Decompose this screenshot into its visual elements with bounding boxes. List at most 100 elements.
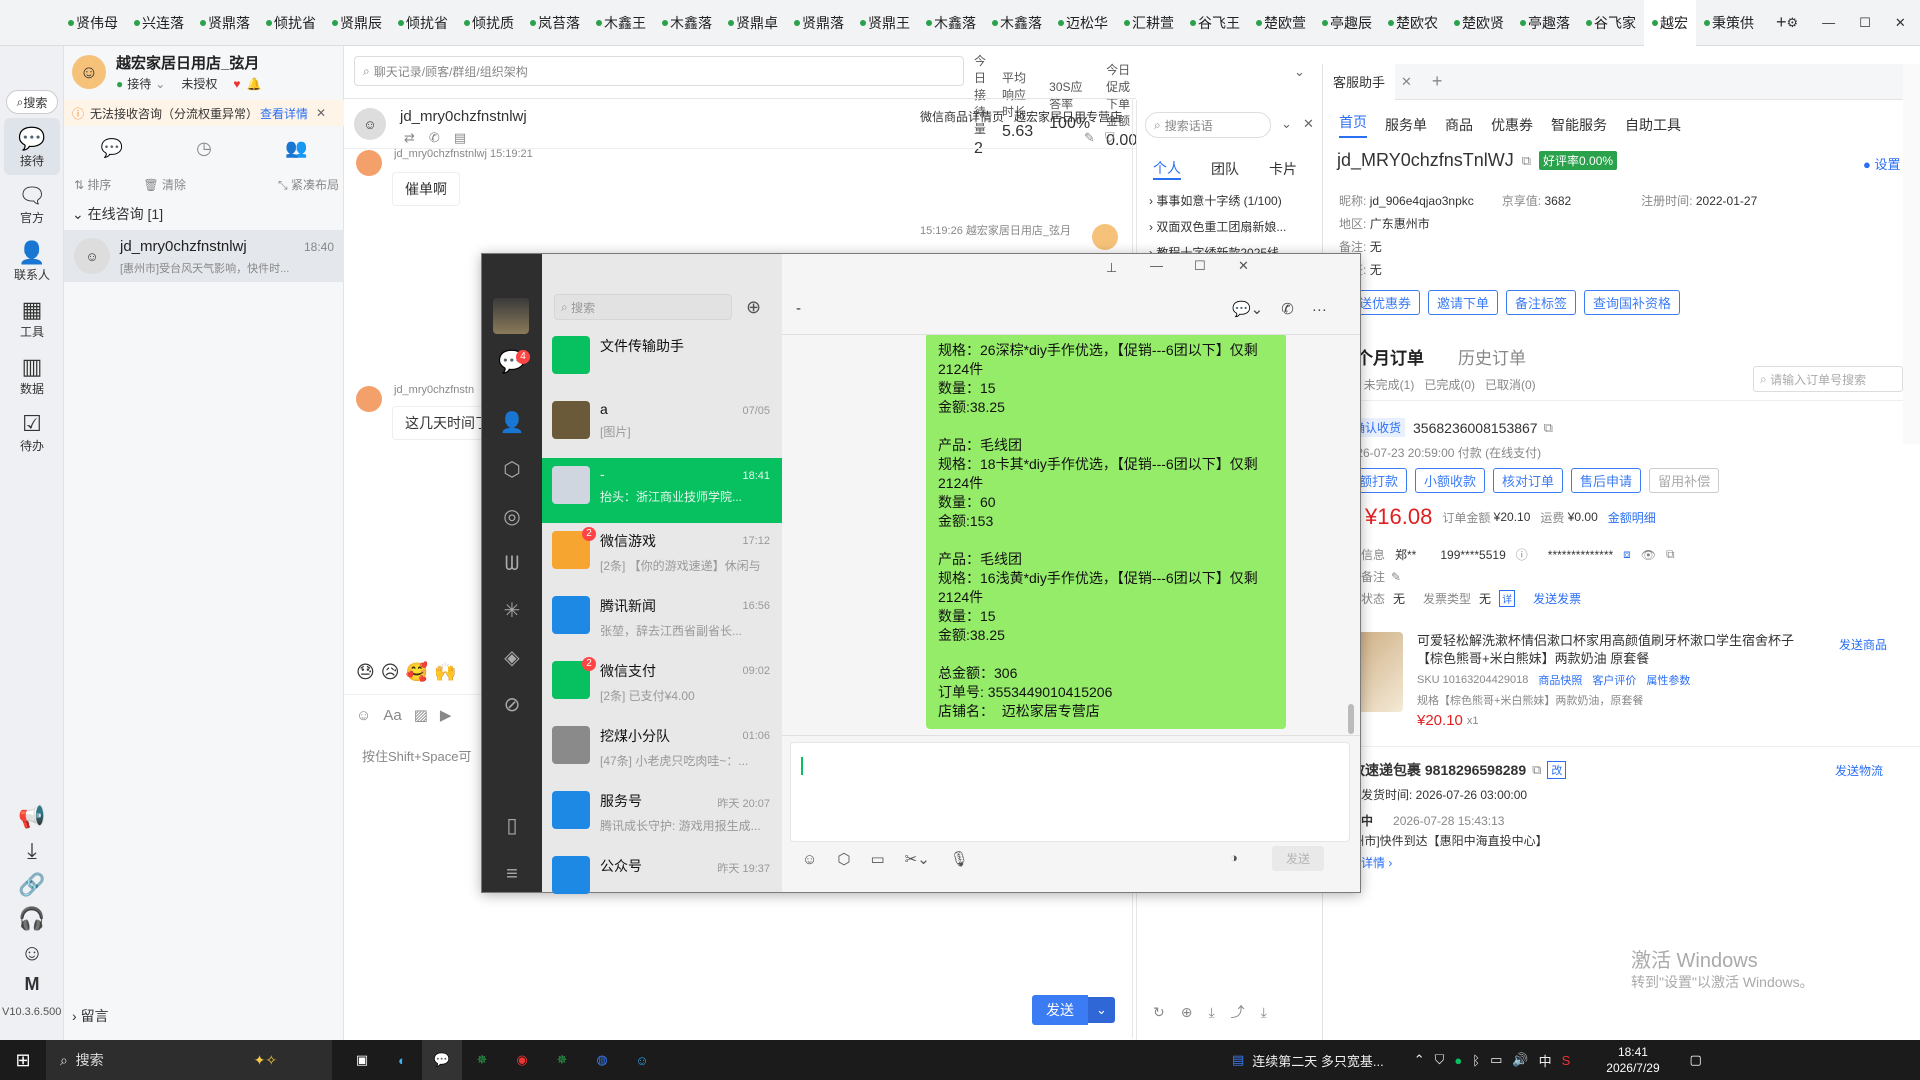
- close-icon[interactable]: ✕: [1401, 74, 1412, 90]
- m-logo-icon[interactable]: M: [0, 974, 64, 1008]
- order-action-button[interactable]: 售后申请: [1571, 468, 1642, 493]
- bag-icon[interactable]: ⛉: [1105, 130, 1115, 146]
- browser-tab[interactable]: 岚苔落: [522, 0, 588, 46]
- ime-indicator[interactable]: 中: [1539, 1051, 1552, 1070]
- copy-icon[interactable]: ⧉: [1666, 547, 1675, 562]
- product-detail-link[interactable]: 微信商品详情页: [920, 108, 1004, 125]
- copy-icon[interactable]: ⧉: [1544, 420, 1553, 436]
- browser-tab[interactable]: 楚欧贤: [1446, 0, 1512, 46]
- input-hint[interactable]: 按住Shift+Space可: [362, 746, 471, 765]
- robot-icon[interactable]: ☺: [0, 940, 64, 974]
- browser-tab[interactable]: 倾扰质: [456, 0, 522, 46]
- attributes-link[interactable]: 属性参数: [1646, 672, 1690, 688]
- pin-icon[interactable]: ⊥: [1106, 260, 1117, 276]
- order-action-button[interactable]: 小额收款: [1415, 468, 1486, 493]
- wechat-chat-item[interactable]: 服务号 腾讯成长守护: 游戏用报生成... 昨天 20:07: [542, 783, 782, 848]
- app-icon[interactable]: ✵: [462, 1040, 502, 1080]
- send-button[interactable]: 发送 ⌄: [1032, 995, 1115, 1025]
- download-icon[interactable]: ⤓: [1261, 1004, 1267, 1021]
- minimize-icon[interactable]: —: [1822, 15, 1835, 30]
- auth-status[interactable]: 未授权: [181, 75, 217, 92]
- browser-tab[interactable]: 倾扰省: [258, 0, 324, 46]
- assistant-nav-item[interactable]: 首页: [1339, 112, 1367, 138]
- video-icon[interactable]: ▶: [440, 706, 452, 724]
- s-app-icon[interactable]: S: [1562, 1053, 1571, 1068]
- security-icon[interactable]: ⛉: [1435, 1052, 1445, 1068]
- browser-tab[interactable]: 亭趣辰: [1314, 0, 1380, 46]
- browser-tab[interactable]: 木鑫落: [654, 0, 720, 46]
- notification-icon[interactable]: ▢: [1676, 1040, 1716, 1080]
- send-invoice-link[interactable]: 发送发票: [1533, 590, 1581, 607]
- search-icon[interactable]: ✳: [482, 588, 542, 635]
- close-icon[interactable]: ✕: [316, 106, 326, 120]
- wechat-icon[interactable]: 💬: [422, 1040, 462, 1080]
- browser-tab[interactable]: 秉策供: [1696, 0, 1762, 46]
- amount-detail-link[interactable]: 金额明细: [1608, 509, 1656, 526]
- reviews-link[interactable]: 客户评价: [1592, 672, 1636, 688]
- channels-icon[interactable]: ᗯ: [482, 541, 542, 588]
- windows-start-icon[interactable]: ⊞: [0, 1040, 46, 1080]
- note-icon[interactable]: ▤: [454, 130, 466, 146]
- send-product-link[interactable]: 发送商品: [1839, 636, 1887, 653]
- app-icon[interactable]: ◉: [502, 1040, 542, 1080]
- browser-tab[interactable]: 楚欧萱: [1248, 0, 1314, 46]
- app-icon[interactable]: ✵: [542, 1040, 582, 1080]
- menu-icon[interactable]: ≡: [482, 850, 542, 898]
- send-shipment-link[interactable]: 发送物流: [1835, 762, 1883, 779]
- browser-tab[interactable]: 贤伟母: [60, 0, 126, 46]
- favorites-icon[interactable]: ⬡: [482, 447, 542, 494]
- wechat-message-input[interactable]: [790, 742, 1350, 842]
- settings-icon[interactable]: ⚙: [1787, 15, 1799, 31]
- customer-action-button[interactable]: 查询国补资格: [1584, 290, 1681, 315]
- product-title[interactable]: 可爱轻松解洗漱杯情侣漱口杯家用高颜值刷牙杯漱口学生宿舍杯子【棕色熊哥+米白熊妹】…: [1417, 632, 1797, 668]
- browser-tab[interactable]: 贤鼎落: [786, 0, 852, 46]
- reception-status[interactable]: 接待: [127, 75, 151, 92]
- link-icon[interactable]: 🔗: [0, 872, 64, 906]
- assistant-nav-item[interactable]: 自助工具: [1625, 115, 1681, 135]
- browser-tab[interactable]: 兴连落: [126, 0, 192, 46]
- phone-icon[interactable]: ▯: [482, 802, 542, 850]
- edit-icon[interactable]: ✎: [1084, 130, 1095, 146]
- bell-icon[interactable]: 🔔: [246, 77, 261, 91]
- order-action-button[interactable]: 留用补偿: [1649, 468, 1720, 493]
- image-icon[interactable]: ▨: [414, 706, 428, 724]
- heart-icon[interactable]: ♥: [233, 77, 240, 91]
- wechat-tray-icon[interactable]: ●: [1454, 1053, 1462, 1068]
- quick-item[interactable]: › 事事如意十字绣 (1/100): [1149, 188, 1289, 214]
- font-icon[interactable]: Aa: [383, 707, 401, 724]
- bluetooth-icon[interactable]: ᛒ: [1472, 1053, 1480, 1068]
- task-view-icon[interactable]: ▣: [342, 1040, 382, 1080]
- browser-tab[interactable]: 谷飞王: [1182, 0, 1248, 46]
- order-filter[interactable]: 已取消(0): [1485, 376, 1536, 393]
- browser-tab[interactable]: 贤鼎辰: [324, 0, 390, 46]
- minimize-icon[interactable]: —: [1150, 258, 1163, 273]
- nav-item-2[interactable]: 👤 联系人: [0, 232, 64, 289]
- favorites-icon[interactable]: ⬡: [837, 850, 850, 868]
- network-icon[interactable]: ▭: [1490, 1052, 1502, 1068]
- emoji-icon[interactable]: ☺: [802, 851, 817, 868]
- emoji-suggestions[interactable]: 😓😥🥰🙌: [356, 662, 462, 683]
- quick-item[interactable]: › 双面双色重工团扇新娘...: [1149, 214, 1289, 240]
- browser-tab[interactable]: 倾扰省: [390, 0, 456, 46]
- phone-icon[interactable]: ✆: [429, 130, 440, 146]
- clock[interactable]: 18:41 2026/7/29: [1606, 1044, 1659, 1076]
- global-search[interactable]: ⌕ 聊天记录/顾客/群组/组织架构: [354, 56, 964, 86]
- verify-icon[interactable]: ⧈: [1623, 547, 1631, 562]
- chats-icon[interactable]: 💬: [482, 349, 542, 375]
- shop-link[interactable]: 越宏家居日用专营店: [1014, 108, 1122, 125]
- add-tab-icon[interactable]: +: [1776, 12, 1787, 33]
- snapshot-link[interactable]: 商品快照: [1538, 672, 1582, 688]
- wechat-search-input[interactable]: ⌕ 搜索: [554, 294, 732, 320]
- mic-icon[interactable]: 🎙: [950, 850, 969, 868]
- more-icon[interactable]: ···: [1312, 301, 1327, 318]
- warning-detail-link[interactable]: 查看详情: [260, 105, 308, 122]
- scissors-icon[interactable]: ✂⌄: [905, 850, 930, 868]
- chevron-up-icon[interactable]: ⌃: [1414, 1052, 1425, 1068]
- volume-icon[interactable]: 🔊: [1512, 1052, 1528, 1068]
- emoji-icon[interactable]: ☺: [356, 707, 371, 724]
- my-avatar[interactable]: [493, 298, 529, 334]
- export-icon[interactable]: ⤴: [1231, 1002, 1245, 1022]
- clear-button[interactable]: 🗑 清除: [143, 176, 186, 193]
- group-icon[interactable]: 👥: [285, 138, 307, 159]
- close-icon[interactable]: ✕: [1238, 258, 1249, 274]
